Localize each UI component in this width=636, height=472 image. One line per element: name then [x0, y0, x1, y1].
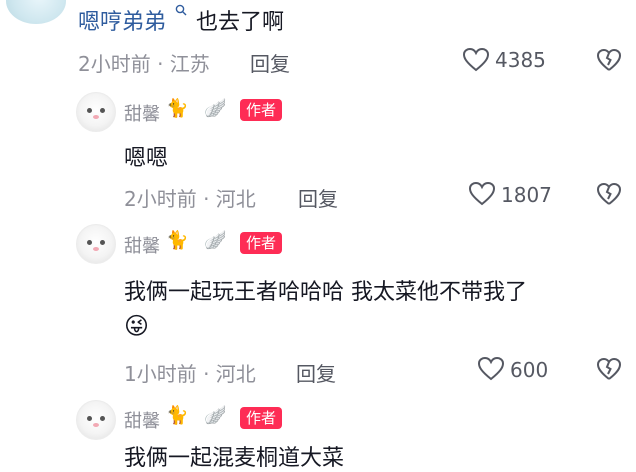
cat-emoji-icon: 🐈: [166, 230, 189, 251]
author-badge: 作者: [240, 99, 283, 121]
reply-text: 我俩一起玩王者哈哈哈 我太菜他不带我了: [124, 280, 527, 305]
reply-button[interactable]: 回复: [296, 358, 336, 387]
wing-emoji-icon: 🪽: [204, 98, 227, 119]
heart-outline-icon[interactable]: [468, 181, 496, 207]
cat-emoji-icon: 🐈: [166, 405, 189, 426]
broken-heart-icon[interactable]: [596, 48, 622, 74]
like-count: 4385: [495, 48, 546, 72]
reply-text: 我俩一起混麦桐道大菜: [124, 446, 345, 471]
username[interactable]: 甜馨: [124, 100, 160, 126]
author-badge: 作者: [240, 232, 283, 254]
search-icon[interactable]: [175, 2, 187, 20]
broken-heart-icon[interactable]: [596, 182, 622, 208]
comment-time-location: 2小时前 · 江苏: [78, 52, 210, 76]
author-avatar[interactable]: [76, 224, 116, 264]
broken-heart-icon[interactable]: [596, 357, 622, 383]
username[interactable]: 甜馨: [124, 407, 160, 433]
comment-text: 也去了啊: [196, 10, 285, 35]
reply-button[interactable]: 回复: [298, 183, 338, 212]
wing-emoji-icon: 🪽: [204, 230, 227, 251]
reply-button[interactable]: 回复: [250, 48, 290, 77]
heart-outline-icon[interactable]: [477, 356, 505, 382]
author-avatar[interactable]: [76, 92, 116, 132]
reply-time-location: 2小时前 · 河北: [124, 187, 256, 211]
author-badge: 作者: [240, 407, 283, 429]
reply-time-location: 1小时前 · 河北: [124, 362, 256, 386]
author-avatar[interactable]: [76, 400, 116, 440]
wing-emoji-icon: 🪽: [204, 405, 227, 426]
heart-outline-icon[interactable]: [462, 47, 490, 73]
mention-author-link[interactable]: 嗯哼弟弟: [78, 4, 166, 36]
like-count: 1807: [501, 183, 552, 207]
like-count: 600: [510, 358, 549, 382]
reply-text: 嗯嗯: [124, 146, 169, 171]
username[interactable]: 甜馨: [124, 232, 160, 258]
winking-face-emoji: 😜: [124, 312, 150, 340]
commenter-avatar[interactable]: [6, 0, 66, 24]
cat-emoji-icon: 🐈: [166, 98, 189, 119]
